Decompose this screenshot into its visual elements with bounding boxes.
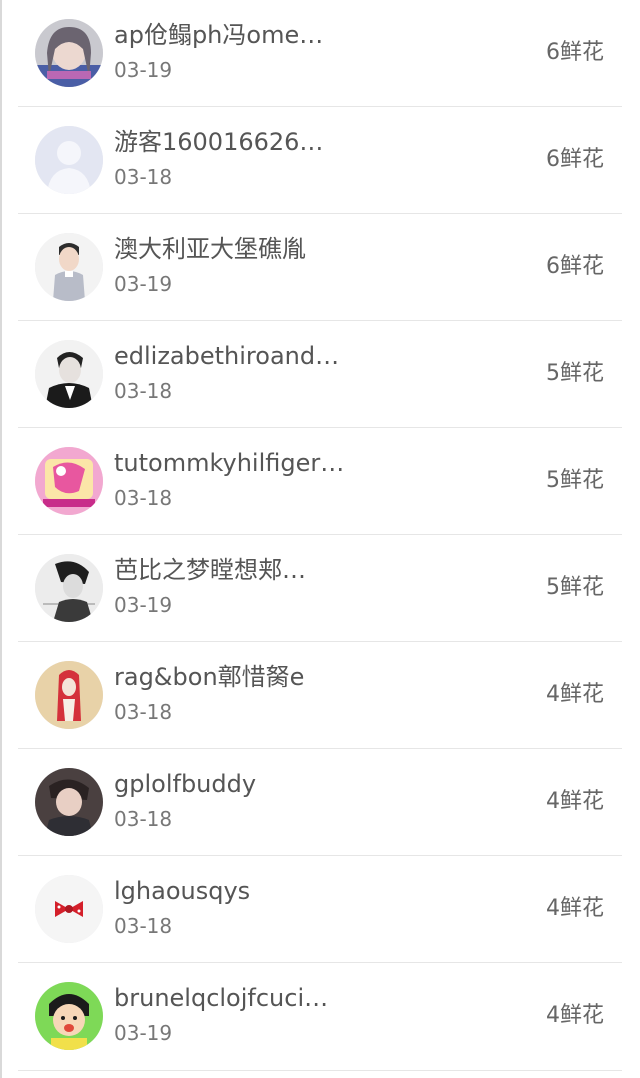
user-name[interactable]: gplolfbuddy bbox=[114, 769, 414, 799]
flower-count: 4鲜花 bbox=[546, 896, 604, 921]
user-name[interactable]: rag&bon鄣惜胬e bbox=[114, 662, 414, 692]
user-name[interactable]: 游客160016626… bbox=[114, 127, 414, 157]
flower-count: 5鲜花 bbox=[546, 468, 604, 493]
flower-count: 4鲜花 bbox=[546, 789, 604, 814]
list-item[interactable]: ap伧鳎ph冯ome… 03-19 6鲜花 bbox=[18, 0, 622, 107]
list-item[interactable]: 游客160016626… 03-18 6鲜花 bbox=[18, 107, 622, 214]
pink-cartoon-avatar-icon[interactable] bbox=[35, 447, 103, 515]
gift-date: 03-18 bbox=[114, 914, 173, 938]
list-item[interactable]: rag&bon鄣惜胬e 03-18 4鲜花 bbox=[18, 642, 622, 749]
young-man-photo-avatar-icon[interactable] bbox=[35, 768, 103, 836]
gift-date: 03-18 bbox=[114, 700, 173, 724]
list-item[interactable]: gplolfbuddy 03-18 4鲜花 bbox=[18, 749, 622, 856]
list-item[interactable]: lghaousqys 03-18 4鲜花 bbox=[18, 856, 622, 963]
gift-date: 03-19 bbox=[114, 272, 173, 296]
user-name[interactable]: brunelqclojfcuci… bbox=[114, 983, 414, 1013]
flower-count: 5鲜花 bbox=[546, 575, 604, 600]
flower-count: 6鲜花 bbox=[546, 147, 604, 172]
user-name[interactable]: lghaousqys bbox=[114, 876, 414, 906]
boy-photo-avatar-icon[interactable] bbox=[35, 233, 103, 301]
default-user-avatar-icon[interactable] bbox=[35, 126, 103, 194]
list-item[interactable]: 芭比之梦瞠想郏… 03-19 5鲜花 bbox=[18, 535, 622, 642]
gift-date: 03-19 bbox=[114, 1021, 173, 1045]
flower-count: 6鲜花 bbox=[546, 40, 604, 65]
red-hair-illustration-avatar-icon[interactable] bbox=[35, 661, 103, 729]
flower-ranking-list: ap伧鳎ph冯ome… 03-19 6鲜花 游客160016626… 03-18… bbox=[18, 0, 622, 1071]
user-name[interactable]: edlizabethiroand… bbox=[114, 341, 414, 371]
flower-count: 5鲜花 bbox=[546, 361, 604, 386]
left-border bbox=[0, 0, 2, 1078]
flower-count: 4鲜花 bbox=[546, 682, 604, 707]
cartoon-girl-avatar-icon[interactable] bbox=[35, 982, 103, 1050]
flower-count: 4鲜花 bbox=[546, 1003, 604, 1028]
girl-photo-avatar-icon[interactable] bbox=[35, 19, 103, 87]
red-bow-avatar-icon[interactable] bbox=[35, 875, 103, 943]
man-bw-photo-avatar-icon[interactable] bbox=[35, 340, 103, 408]
flower-count: 6鲜花 bbox=[546, 254, 604, 279]
list-item[interactable]: 澳大利亚大堡礁胤 03-19 6鲜花 bbox=[18, 214, 622, 321]
user-name[interactable]: ap伧鳎ph冯ome… bbox=[114, 20, 414, 50]
gift-date: 03-19 bbox=[114, 593, 173, 617]
list-item[interactable]: edlizabethiroand… 03-18 5鲜花 bbox=[18, 321, 622, 428]
gift-date: 03-18 bbox=[114, 165, 173, 189]
list-item[interactable]: tutommkyhilfiger… 03-18 5鲜花 bbox=[18, 428, 622, 535]
list-item[interactable]: brunelqclojfcuci… 03-19 4鲜花 bbox=[18, 963, 622, 1071]
sketch-portrait-avatar-icon[interactable] bbox=[35, 554, 103, 622]
user-name[interactable]: tutommkyhilfiger… bbox=[114, 448, 414, 478]
user-name[interactable]: 澳大利亚大堡礁胤 bbox=[114, 234, 414, 264]
user-name[interactable]: 芭比之梦瞠想郏… bbox=[114, 555, 414, 585]
gift-date: 03-18 bbox=[114, 486, 173, 510]
gift-date: 03-18 bbox=[114, 807, 173, 831]
gift-date: 03-18 bbox=[114, 379, 173, 403]
gift-date: 03-19 bbox=[114, 58, 173, 82]
